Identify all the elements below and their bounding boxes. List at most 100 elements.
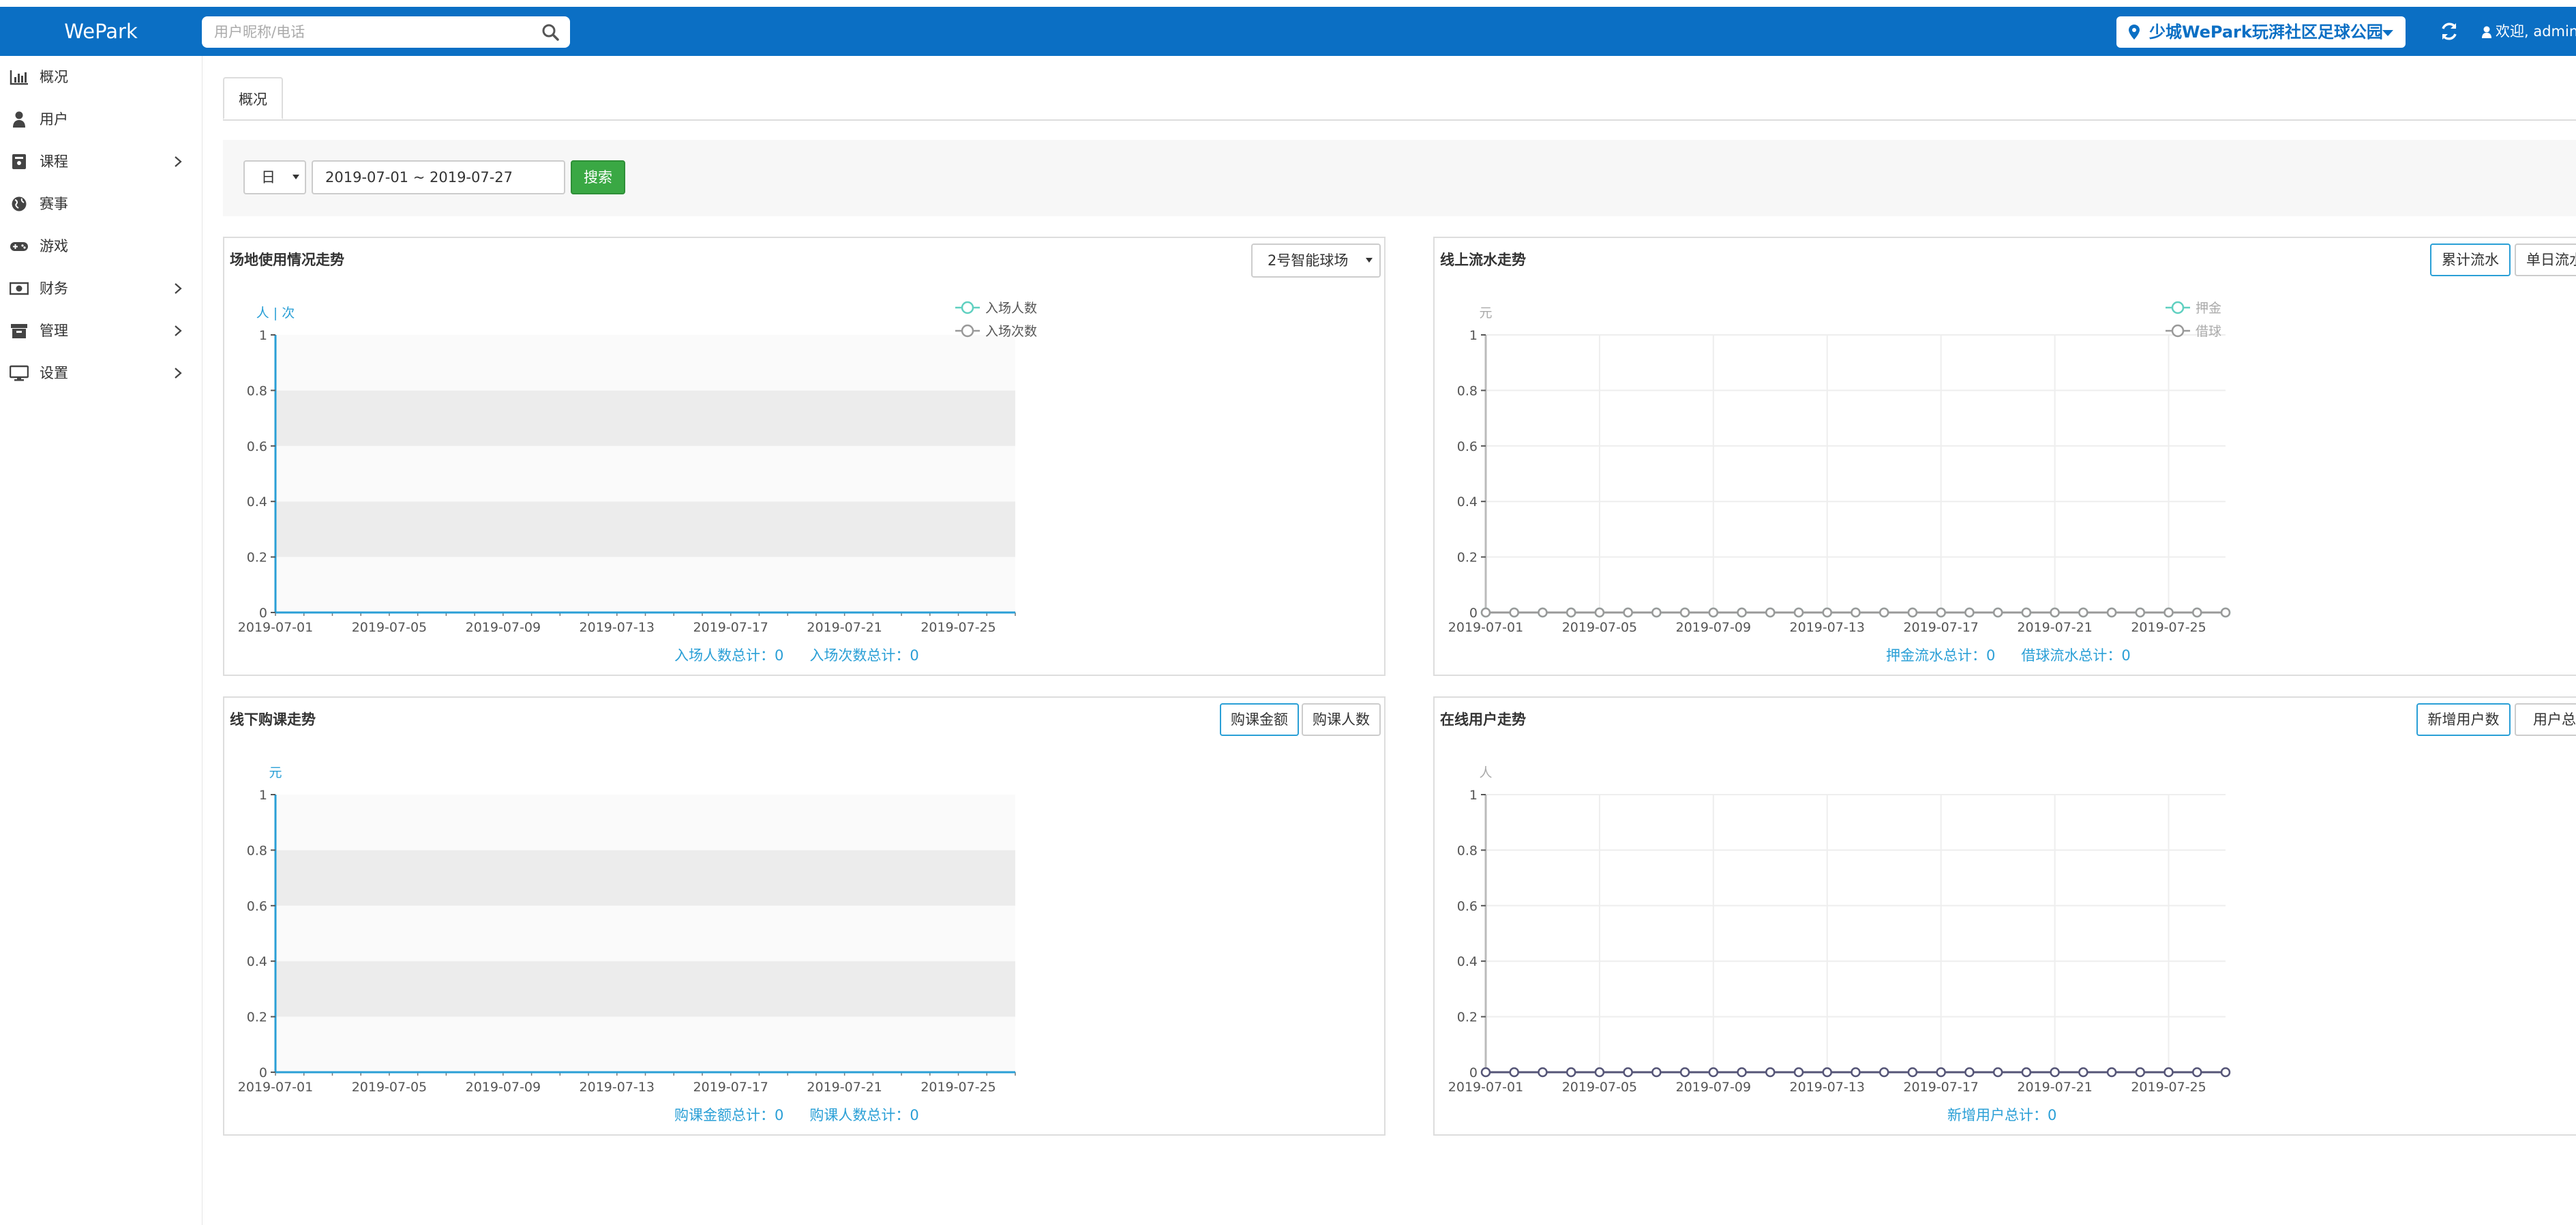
- data-point: [1992, 607, 2003, 618]
- brand-logo[interactable]: WePark: [0, 7, 202, 56]
- data-point: [1538, 607, 1548, 618]
- data-point: [2106, 607, 2117, 618]
- total-purchase-people: 购课人数总计：0: [809, 1107, 919, 1123]
- panel-title: 场地使用情况走势: [230, 252, 344, 268]
- x-tick-label: 2019-07-05: [1562, 620, 1637, 635]
- search-input[interactable]: 用户昵称/电话: [214, 16, 305, 48]
- legend-label: 入场次数: [985, 324, 1037, 339]
- data-point: [1708, 607, 1719, 618]
- sidebar-item-management[interactable]: 管理: [0, 310, 202, 352]
- panel-totals: 购课金额总计：0 购课人数总计：0: [674, 1104, 945, 1125]
- data-point: [1509, 607, 1519, 618]
- cumulative-flow-button[interactable]: 累计流水: [2430, 243, 2511, 276]
- data-point: [1708, 1067, 1719, 1078]
- y-tick-label: 1: [259, 328, 267, 343]
- sidebar-item-games[interactable]: 游戏: [0, 225, 202, 267]
- search-button[interactable]: 搜索: [571, 160, 625, 194]
- data-point: [1793, 1067, 1804, 1078]
- purchase-people-button[interactable]: 购课人数: [1302, 703, 1381, 736]
- plot-band: [275, 1016, 1015, 1072]
- x-tick-label: 2019-07-09: [1676, 1080, 1751, 1095]
- sidebar-item-label: 课程: [40, 153, 68, 170]
- y-tick-label: 0.4: [247, 495, 267, 510]
- daily-flow-button[interactable]: 单日流水: [2515, 243, 2576, 276]
- x-tick-label: 2019-07-01: [238, 1080, 313, 1095]
- plot-band: [275, 905, 1015, 962]
- x-tick-label: 2019-07-09: [466, 620, 541, 635]
- sidebar-item-courses[interactable]: 课程: [0, 141, 202, 183]
- data-point: [2050, 1067, 2060, 1078]
- y-tick-label: 0.8: [247, 843, 267, 858]
- book-icon: [12, 154, 26, 169]
- data-point: [1907, 607, 1918, 618]
- sidebar-item-settings[interactable]: 设置: [0, 352, 202, 394]
- x-tick-label: 2019-07-05: [352, 1080, 427, 1095]
- search-icon[interactable]: [541, 23, 559, 41]
- sidebar-item-label: 概况: [40, 69, 68, 85]
- welcome-user[interactable]: 欢迎, admin: [2482, 7, 2576, 56]
- panel-title: 在线用户走势: [1440, 711, 1526, 728]
- total-purchase-amount: 购课金额总计：0: [674, 1107, 784, 1123]
- new-users-button[interactable]: 新增用户数: [2416, 703, 2511, 736]
- sidebar: 概况 用户 课程 赛事 游戏 财务 管理 设置: [0, 56, 203, 1225]
- data-point: [2163, 607, 2174, 618]
- court-select[interactable]: 2号智能球场: [1251, 243, 1381, 278]
- sidebar-item-finance[interactable]: 财务: [0, 267, 202, 310]
- data-point: [1480, 1067, 1491, 1078]
- sidebar-item-events[interactable]: 赛事: [0, 183, 202, 225]
- refresh-icon[interactable]: [2440, 22, 2459, 41]
- search-box[interactable]: 用户昵称/电话: [202, 16, 570, 48]
- y-tick-label: 0: [259, 606, 267, 621]
- data-point: [1964, 1067, 1975, 1078]
- total-ball-rental-flow: 借球流水总计：0: [2021, 647, 2131, 664]
- x-tick-label: 2019-07-25: [920, 620, 995, 635]
- data-point: [1936, 1067, 1946, 1078]
- navbar: WePark 用户昵称/电话 少城WePark玩湃社区足球公园 欢迎, admi…: [0, 7, 2576, 56]
- y-tick-label: 0.8: [247, 383, 267, 398]
- data-point: [1651, 607, 1662, 618]
- data-point: [1651, 1067, 1662, 1078]
- purchase-amount-button[interactable]: 购课金额: [1220, 703, 1299, 736]
- globe-icon: [12, 196, 27, 211]
- plot-band: [275, 557, 1015, 612]
- data-point: [2135, 607, 2146, 618]
- data-point: [1822, 607, 1833, 618]
- x-tick-label: 2019-07-01: [1448, 620, 1523, 635]
- date-range-input[interactable]: 2019-07-01 ~ 2019-07-27: [312, 160, 565, 194]
- data-point: [2135, 1067, 2146, 1078]
- online-users-chart: 0 0.2 0.4 0.6 0.8 1人 2019-07-01 2019-07-05 2019-…: [1448, 765, 2231, 1095]
- data-point: [1679, 607, 1690, 618]
- data-point: [1566, 607, 1576, 618]
- tab-overview[interactable]: 概况: [223, 77, 283, 119]
- plot-band: [275, 501, 1015, 557]
- panel-totals: 押金流水总计：0 借球流水总计：0: [1886, 645, 2157, 665]
- data-point: [1765, 607, 1776, 618]
- y-tick-label: 0.8: [1457, 843, 1478, 858]
- sidebar-item-users[interactable]: 用户: [0, 98, 202, 141]
- data-point: [1594, 607, 1605, 618]
- x-tick-label: 2019-07-09: [466, 1080, 541, 1095]
- plot-band: [275, 335, 1015, 391]
- filter-bar: 日 2019-07-01 ~ 2019-07-27 搜索: [223, 140, 2576, 216]
- user-icon: [13, 111, 25, 128]
- y-tick-label: 0.2: [1457, 1010, 1478, 1025]
- data-point: [2106, 1067, 2117, 1078]
- x-tick-label: 2019-07-05: [352, 620, 427, 635]
- data-point: [1822, 1067, 1833, 1078]
- y-tick-label: 0.8: [1457, 383, 1478, 398]
- total-users-button[interactable]: 用户总数: [2515, 703, 2576, 736]
- y-axis-label: 人 | 次: [256, 306, 295, 321]
- x-tick-label: 2019-07-09: [1676, 620, 1751, 635]
- plot-band: [275, 390, 1015, 446]
- x-tick-label: 2019-07-21: [2017, 620, 2092, 635]
- gamepad-icon: [10, 242, 28, 251]
- sidebar-item-label: 设置: [40, 365, 68, 381]
- data-point: [1765, 1067, 1776, 1078]
- court-select-value: 2号智能球场: [1268, 252, 1349, 269]
- sidebar-item-overview[interactable]: 概况: [0, 56, 202, 98]
- data-point: [1964, 607, 1975, 618]
- venue-selector[interactable]: 少城WePark玩湃社区足球公园: [2116, 16, 2406, 48]
- period-select[interactable]: 日: [243, 160, 306, 194]
- sidebar-item-label: 财务: [40, 280, 68, 297]
- venue-usage-chart: 0 0.2 0.4 0.6 0.8 1 人 | 次 2019-07-01 2019-07-05 2…: [238, 301, 1037, 635]
